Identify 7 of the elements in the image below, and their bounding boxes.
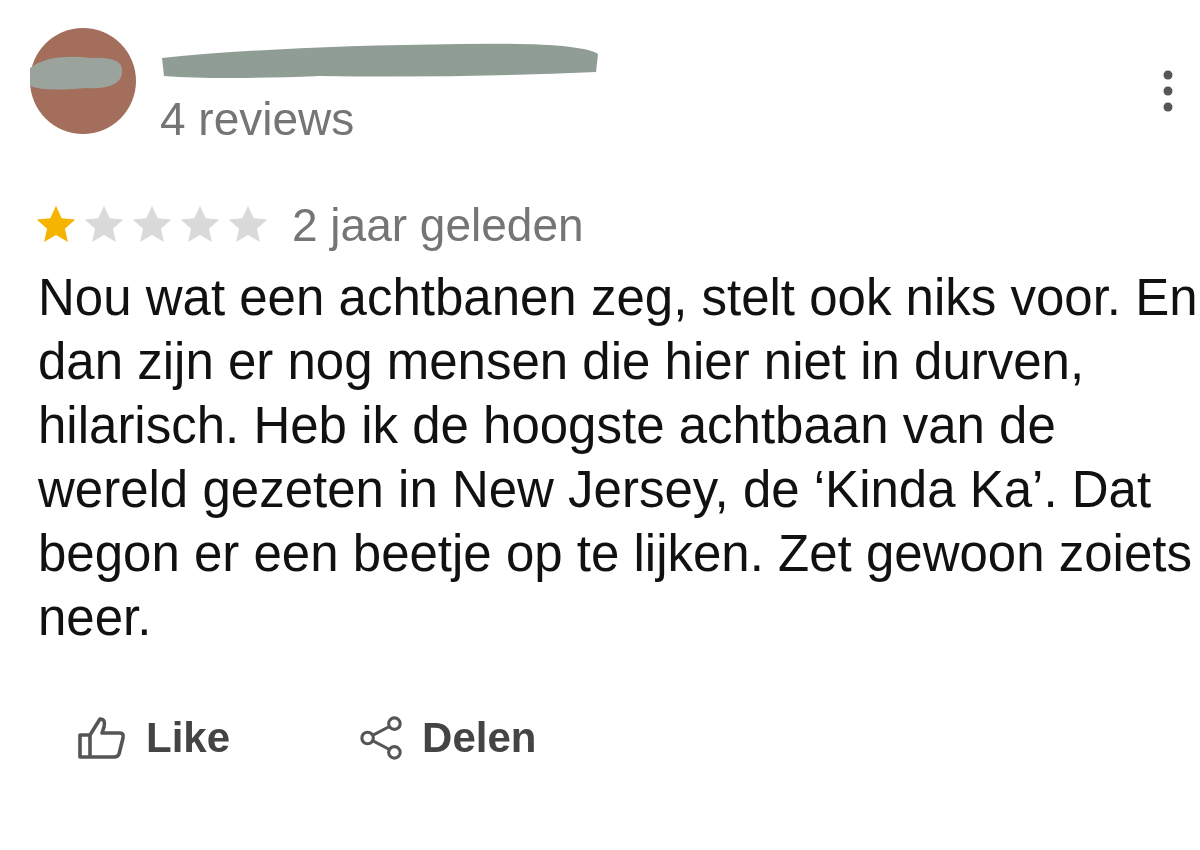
like-button[interactable]: Like	[76, 706, 231, 769]
review-count: 4 reviews	[160, 96, 356, 142]
more-options-icon[interactable]	[1162, 70, 1174, 112]
thumbs-up-icon	[76, 714, 128, 761]
share-button[interactable]: Delen	[358, 706, 537, 769]
share-icon	[358, 714, 405, 761]
review-text: Nou wat een achtbanen zeg, stelt ook niks voor. En dan zijn er nog mensen die hier niet in durven, hilarisch. Heb ik de hoogste achtbaan van de wereld gezeten in New Jersey, de ‘Kinda Ka’. Dat begon er een beetje op te lijken. Zet gewoon zoiets neer.	[38, 268, 1198, 648]
